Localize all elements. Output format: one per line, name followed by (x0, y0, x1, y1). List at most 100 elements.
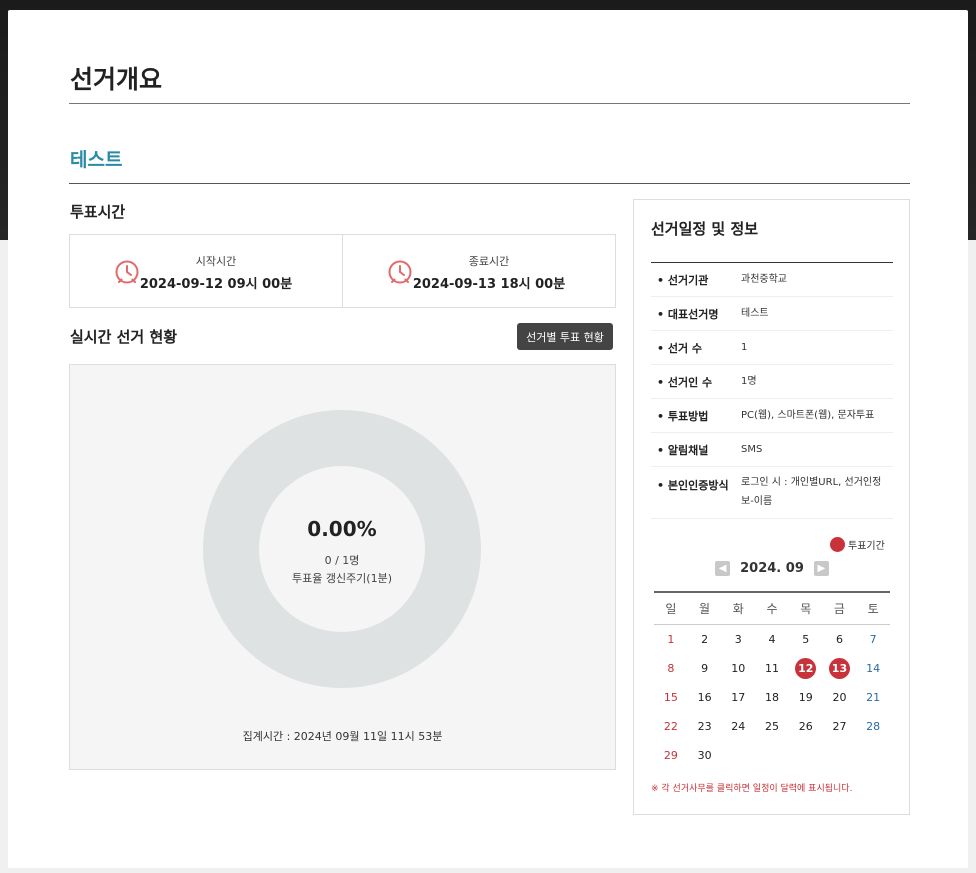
info-row-organization: • 선거기관 과천중학교 (651, 263, 893, 297)
voting-period-dot-icon (830, 537, 845, 552)
voting-day-marker: 12 (795, 658, 817, 679)
info-value: 1명 (741, 376, 757, 387)
calendar-day[interactable]: 6 (823, 633, 857, 646)
page-title: 선거개요 (70, 65, 163, 94)
weekday-header: 일월화수목금토 (654, 593, 890, 625)
chevron-right-icon[interactable]: ▶ (813, 561, 829, 576)
info-row-vote-method: • 투표방법 PC(웹), 스마트폰(웹), 문자투표 (651, 399, 893, 433)
calendar-week: 15 16 17 18 19 20 21 (654, 683, 890, 712)
voter-count: 0 / 1명 (324, 554, 360, 567)
calendar-day[interactable]: 16 (688, 691, 722, 704)
info-row-election-name: • 대표선거명 테스트 (651, 297, 893, 331)
calendar-day[interactable]: 5 (789, 633, 823, 646)
calendar-day[interactable]: 18 (755, 691, 789, 704)
info-value: 과천중학교 (741, 274, 787, 285)
refresh-cycle-text: 투표율 갱신주기(1분) (291, 572, 393, 585)
calendar-legend: 투표기간 (830, 537, 885, 552)
vote-time-heading: 투표시간 (70, 203, 126, 221)
election-overview-panel: 선거개요 테스트 투표시간 시작시간 2024-09-12 09시 00분 종료… (8, 10, 968, 868)
calendar-day[interactable]: 20 (823, 691, 857, 704)
divider (69, 183, 910, 184)
calendar-day[interactable]: 13 (823, 658, 857, 679)
calendar-day[interactable]: 9 (688, 662, 722, 675)
weekday-label: 일 (665, 602, 677, 616)
turnout-donut-chart (203, 410, 481, 688)
end-time-value: 2024-09-13 18시 00분 (412, 277, 566, 292)
info-key: • 본인인증방식 (657, 479, 729, 492)
turnout-percentage: 0.00% (307, 517, 377, 541)
info-row-auth-method: • 본인인증방식 로그인 시 : 개인별URL, 선거인정보-이름 (651, 467, 893, 519)
donut-track (203, 410, 481, 688)
calendar-day[interactable]: 27 (823, 720, 857, 733)
calendar-day[interactable]: 24 (721, 720, 755, 733)
calendar-day[interactable]: 14 (856, 662, 890, 675)
voting-day-marker: 13 (828, 658, 850, 679)
turnout-chart-box: 0.00% 0 / 1명 투표율 갱신주기(1분) 집계시간 : 2024년 0… (69, 364, 616, 770)
info-key: • 투표방법 (657, 409, 709, 423)
calendar-week: 22 23 24 25 26 27 28 (654, 712, 890, 741)
vote-time-box: 시작시간 2024-09-12 09시 00분 종료시간 2024-09-13 … (69, 234, 616, 308)
schedule-info-title: 선거일정 및 정보 (651, 220, 759, 238)
calendar-day[interactable]: 29 (654, 749, 688, 762)
calendar-day[interactable]: 22 (654, 720, 688, 733)
calendar-day[interactable]: 19 (789, 691, 823, 704)
calendar-week: 8 9 10 11 12 13 14 (654, 654, 890, 683)
start-time-label: 시작시간 (195, 255, 237, 268)
info-value: SMS (741, 444, 763, 455)
calendar-day[interactable]: 10 (721, 662, 755, 675)
calendar-week: 29 30 (654, 741, 890, 770)
info-row-voter-count: • 선거인 수 1명 (651, 365, 893, 399)
weekday-label: 화 (732, 602, 744, 616)
calendar-day[interactable]: 21 (856, 691, 890, 704)
info-key: • 대표선거명 (657, 307, 719, 321)
info-key: • 선거인 수 (657, 375, 713, 389)
chevron-left-icon[interactable]: ◀ (715, 561, 731, 576)
divider (69, 103, 910, 104)
info-value: PC(웹), 스마트폰(웹), 문자투표 (741, 410, 875, 421)
weekday-label: 목 (800, 602, 812, 616)
calendar-week: 1234567 (654, 625, 890, 654)
calendar-day[interactable]: 15 (654, 691, 688, 704)
calendar-day[interactable]: 3 (721, 633, 755, 646)
calendar-day[interactable]: 12 (789, 658, 823, 679)
calendar-grid: 일 월 화 수 목 금 토 1 2 3 4 5 6 7 8 9 10 11 12 13 14 15 16 17 18 19 20 21… (654, 591, 890, 770)
start-time-cell: 시작시간 2024-09-12 09시 00분 (70, 235, 342, 307)
election-vote-status-button[interactable]: 선거별 투표 현황 (517, 323, 613, 350)
election-info-table: • 선거기관 과천중학교 • 대표선거명 테스트 • 선거 수 1 • 선거인 … (651, 263, 893, 519)
weekday-label: 월 (699, 602, 711, 616)
realtime-status-heading: 실시간 선거 현황 (70, 328, 178, 346)
info-value: 1 (741, 342, 748, 353)
calendar-day[interactable]: 26 (789, 720, 823, 733)
calendar-day[interactable]: 1 (654, 633, 688, 646)
calendar-day[interactable]: 4 (755, 633, 789, 646)
end-time-label: 종료시간 (468, 255, 510, 268)
aggregated-time: 집계시간 : 2024년 09월 11일 11시 53분 (242, 730, 443, 743)
calendar-month-label: 2024. 09 (740, 561, 804, 576)
election-name: 테스트 (70, 149, 123, 171)
weekday-label: 토 (867, 602, 879, 616)
calendar-day[interactable]: 28 (856, 720, 890, 733)
info-row-notification-channel: • 알림채널 SMS (651, 433, 893, 467)
end-time-cell: 종료시간 2024-09-13 18시 00분 (342, 235, 615, 307)
weekday-label: 수 (766, 602, 778, 616)
info-row-election-count: • 선거 수 1 (651, 331, 893, 365)
calendar-day[interactable]: 11 (755, 662, 789, 675)
schedule-info-panel: 선거일정 및 정보 • 선거기관 과천중학교 • 대표선거명 테스트 • 선거 … (633, 199, 910, 815)
info-key: • 알림채널 (657, 443, 709, 457)
info-value: 로그인 시 : 개인별URL, 선거인정보-이름 (741, 477, 882, 507)
calendar-day[interactable]: 8 (654, 662, 688, 675)
start-time-value: 2024-09-12 09시 00분 (139, 277, 293, 292)
calendar-day[interactable]: 7 (856, 633, 890, 646)
calendar-day[interactable]: 2 (688, 633, 722, 646)
calendar-day[interactable]: 17 (721, 691, 755, 704)
calendar-day[interactable]: 25 (755, 720, 789, 733)
info-value: 테스트 (741, 308, 769, 319)
calendar-day[interactable]: 23 (688, 720, 722, 733)
info-key: • 선거기관 (657, 273, 709, 287)
calendar-day[interactable]: 30 (688, 749, 722, 762)
calendar-note: ※ 각 선거사무를 클릭하면 일정이 달력에 표시됩니다. (651, 784, 853, 794)
weekday-label: 금 (833, 602, 845, 616)
legend-label: 투표기간 (848, 541, 885, 552)
calendar-header: ◀ 2024. 09 ▶ (651, 561, 893, 576)
info-key: • 선거 수 (657, 341, 703, 355)
